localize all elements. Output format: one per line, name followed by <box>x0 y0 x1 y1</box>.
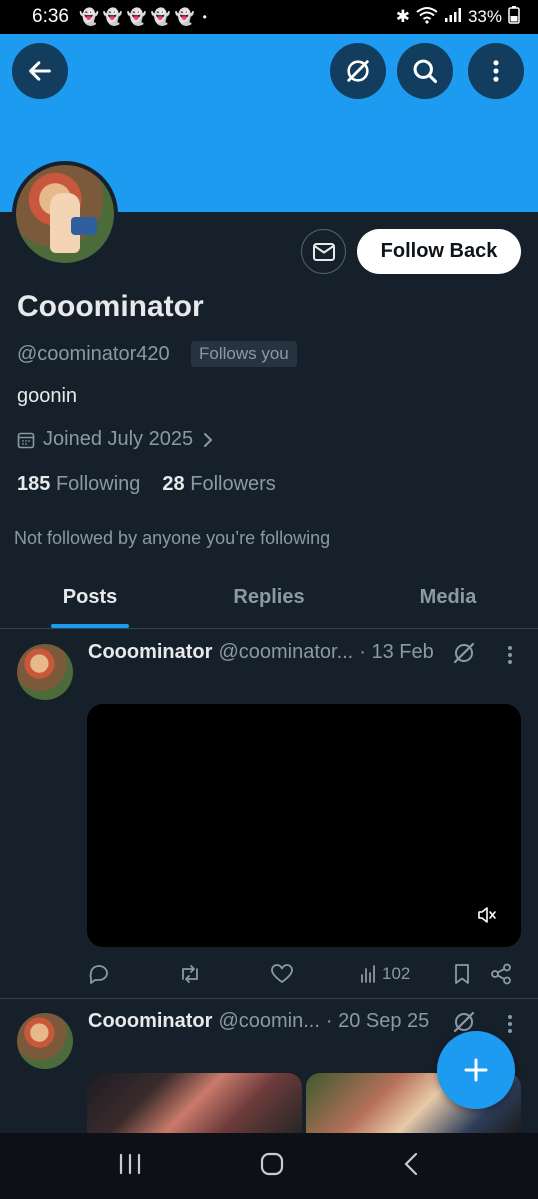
share-button[interactable] <box>490 963 512 985</box>
followers-label: Followers <box>190 473 276 495</box>
notification-icons: 👻 👻 👻 👻 👻 <box>79 7 195 27</box>
share-icon <box>491 963 511 985</box>
post-avatar[interactable] <box>17 1013 73 1069</box>
signal-icon <box>444 7 462 28</box>
following-count: 185 <box>17 473 51 495</box>
followers-count: 28 <box>162 473 185 495</box>
post-author-name[interactable]: Cooominator <box>88 1010 212 1033</box>
heart-icon <box>271 964 293 983</box>
status-right: ✱ 33% <box>395 5 520 29</box>
snapchat-icon: 👻 <box>78 9 99 26</box>
status-dot: • <box>202 10 207 24</box>
home-icon <box>260 1152 284 1175</box>
search-button[interactable] <box>397 43 453 99</box>
post-author-handle: @coominator... <box>218 641 354 663</box>
tab-media[interactable]: Media <box>358 567 538 628</box>
arrow-left-icon <box>29 61 51 81</box>
display-name: Cooominator <box>17 290 204 323</box>
snapchat-icon: 👻 <box>102 9 123 26</box>
follow-back-button[interactable]: Follow Back <box>357 229 521 274</box>
snapchat-icon: 👻 <box>126 9 147 26</box>
analytics-icon <box>361 965 375 983</box>
followers-stat[interactable]: 28 Followers <box>162 473 275 496</box>
not-followed-notice: Not followed by anyone you’re following <box>14 528 331 548</box>
recents-icon <box>120 1153 141 1174</box>
post-avatar[interactable] <box>17 644 73 700</box>
like-button[interactable] <box>271 964 293 984</box>
profile-bio: goonin <box>17 385 78 407</box>
post-date[interactable]: · 13 Feb <box>359 641 433 664</box>
following-stat[interactable]: 185 Following <box>17 473 140 496</box>
repost-icon <box>182 965 198 983</box>
following-label: Following <box>55 473 141 495</box>
view-count: 102 <box>382 964 411 983</box>
battery-icon <box>508 5 520 29</box>
speaker-muted-icon <box>478 907 496 923</box>
chevron-right-icon <box>204 432 213 447</box>
grok-button[interactable] <box>330 43 386 99</box>
post-more-button[interactable] <box>500 643 520 667</box>
views-button[interactable]: 102 <box>360 964 410 984</box>
recent-apps-button[interactable] <box>118 1153 142 1180</box>
snapchat-icon: 👻 <box>174 9 195 26</box>
reply-button[interactable] <box>88 963 110 985</box>
more-options-button[interactable] <box>468 43 524 99</box>
wifi-icon <box>416 6 438 29</box>
username-handle: @coominator420 <box>17 343 170 365</box>
joined-date-row[interactable]: Joined July 2025 <box>17 428 215 451</box>
tab-posts[interactable]: Posts <box>0 567 180 628</box>
post-video[interactable] <box>87 704 521 947</box>
message-button[interactable] <box>301 229 346 274</box>
home-button[interactable] <box>259 1151 285 1182</box>
bookmark-icon <box>455 964 469 984</box>
grok-icon <box>347 60 369 82</box>
avatar-figure-detail <box>71 217 97 235</box>
post-actions: 102 <box>88 960 518 988</box>
tab-replies[interactable]: Replies <box>180 567 358 628</box>
mail-icon <box>312 242 335 261</box>
profile-tabs: Posts Replies Media <box>0 567 538 629</box>
compose-post-button[interactable] <box>437 1031 515 1109</box>
status-time: 6:36 <box>32 6 69 27</box>
system-nav-bar <box>0 1133 538 1199</box>
post-header: Cooominator @coominator... · 13 Feb <box>88 641 434 664</box>
follow-stats: 185 Following 28 Followers <box>17 473 276 496</box>
bluetooth-icon: ✱ <box>395 7 410 26</box>
chevron-left-icon <box>404 1152 417 1175</box>
post-author-name[interactable]: Cooominator <box>88 641 212 664</box>
profile-avatar[interactable] <box>12 161 118 267</box>
bookmark-button[interactable] <box>453 963 471 985</box>
calendar-icon <box>17 432 35 448</box>
status-bar: 6:36 👻 👻 👻 👻 👻 • ✱ 33% <box>0 0 538 34</box>
post-header: Cooominator @coomin... · 20 Sep 25 <box>88 1010 429 1033</box>
post-author-handle: @coomin... <box>218 1010 320 1032</box>
joined-date: Joined July 2025 <box>43 428 194 450</box>
kebab-icon <box>508 646 512 664</box>
kebab-icon <box>508 1015 512 1033</box>
back-button[interactable] <box>12 43 68 99</box>
battery-percent: 33% <box>467 7 502 26</box>
reply-icon <box>89 965 108 984</box>
mute-button[interactable] <box>477 906 497 929</box>
post-date[interactable]: · 20 Sep 25 <box>326 1010 429 1033</box>
kebab-icon <box>493 60 499 82</box>
post-more-button[interactable] <box>500 1012 520 1036</box>
snapchat-icon: 👻 <box>150 9 171 26</box>
back-nav-button[interactable] <box>402 1151 420 1182</box>
plus-icon <box>464 1058 488 1082</box>
grok-icon[interactable] <box>452 641 476 665</box>
follows-you-badge: Follows you <box>191 341 297 367</box>
media-thumbnail[interactable] <box>87 1073 302 1133</box>
repost-button[interactable] <box>178 963 202 985</box>
search-icon <box>413 59 438 84</box>
